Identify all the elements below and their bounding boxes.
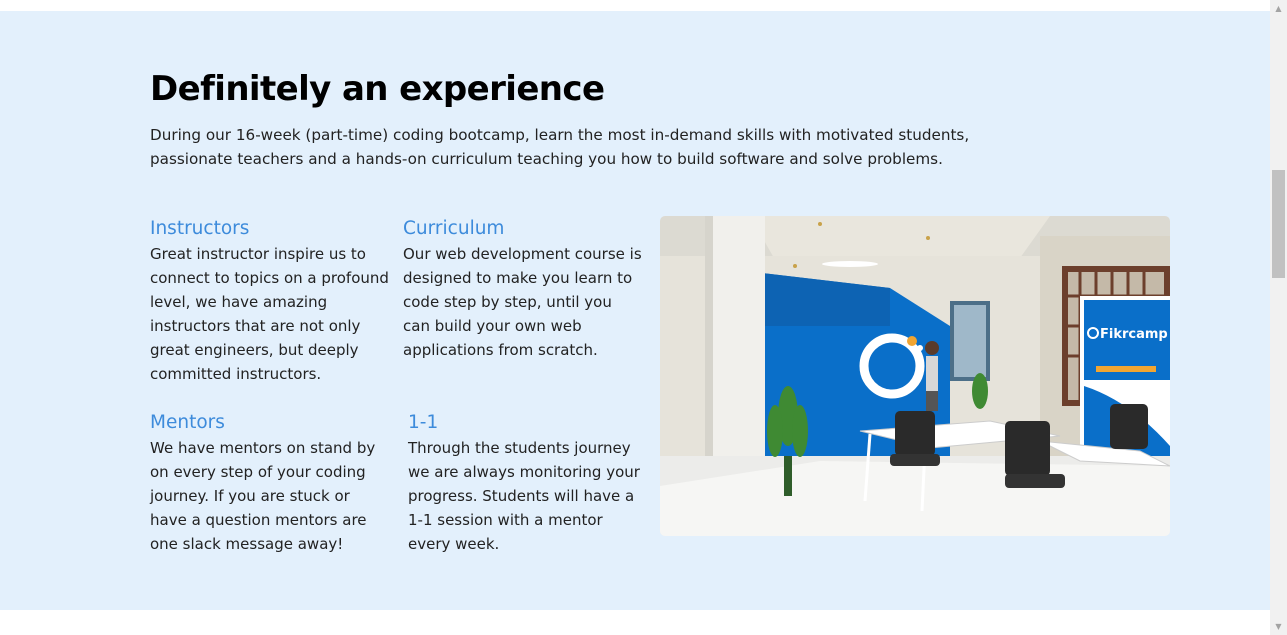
feature-one-on-one: 1-1 Through the students journey we are …: [408, 410, 648, 556]
feature-title-one-on-one: 1-1: [408, 412, 439, 433]
scrollbar-thumb[interactable]: [1272, 170, 1285, 278]
feature-mentors: Mentors We have mentors on stand by on e…: [150, 410, 390, 556]
feature-curriculum: Curriculum Our web development course is…: [403, 216, 643, 362]
page: Definitely an experience During our 16-w…: [0, 0, 1287, 635]
feature-text-curriculum: Our web development course is designed t…: [403, 245, 642, 359]
feature-title-instructors: Instructors: [150, 218, 250, 239]
scroll-down-arrow-icon[interactable]: ▼: [1270, 618, 1287, 635]
feature-text-one-on-one: Through the students journey we are alwa…: [408, 439, 640, 553]
section-heading: Definitely an experience: [150, 69, 605, 109]
feature-instructors: Instructors Great instructor inspire us …: [150, 216, 390, 386]
section-intro: During our 16-week (part-time) coding bo…: [150, 126, 970, 168]
office-photo: Fikrcamp: [660, 216, 1170, 536]
feature-text-instructors: Great instructor inspire us to connect t…: [150, 245, 389, 383]
feature-title-mentors: Mentors: [150, 412, 225, 433]
vertical-scrollbar[interactable]: ▲ ▼: [1270, 0, 1287, 635]
banner-brand-text: Fikrcamp: [1100, 327, 1168, 342]
feature-text-mentors: We have mentors on stand by on every ste…: [150, 439, 376, 553]
feature-title-curriculum: Curriculum: [403, 218, 505, 239]
scroll-up-arrow-icon[interactable]: ▲: [1270, 0, 1287, 17]
